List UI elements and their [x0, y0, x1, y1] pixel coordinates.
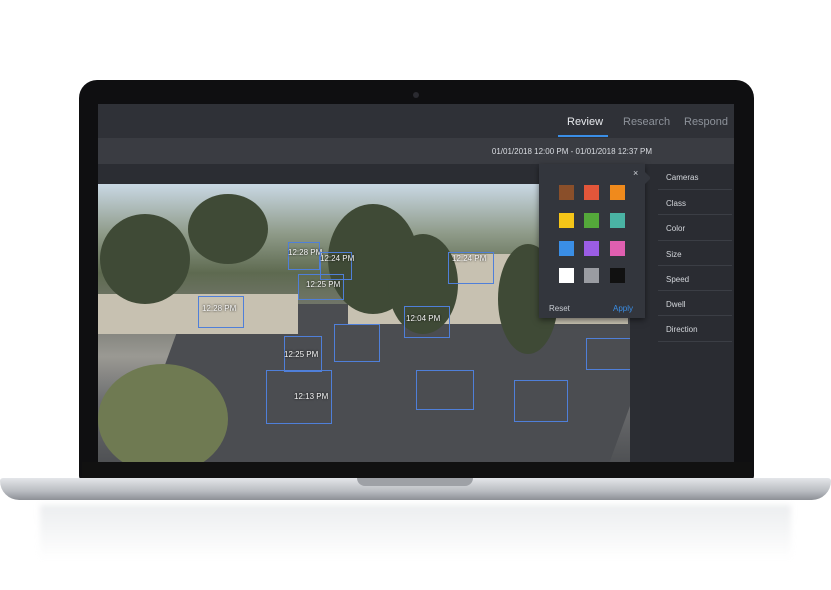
date-range-bar: 01/01/2018 12:00 PM - 01/01/2018 12:37 P… — [98, 138, 734, 164]
tab-research[interactable]: Research — [623, 116, 670, 128]
webcam — [413, 92, 419, 98]
divider — [658, 240, 732, 241]
detection-timestamp: 12:04 PM — [406, 314, 441, 323]
filter-cameras[interactable]: Cameras — [666, 173, 698, 182]
detection-timestamp: 12:25 PM — [306, 280, 341, 289]
close-icon[interactable]: × — [633, 168, 638, 178]
laptop-reflection — [40, 505, 791, 560]
color-swatch-pink[interactable] — [610, 241, 625, 256]
apply-button[interactable]: Apply — [613, 304, 633, 313]
color-swatch-red[interactable] — [584, 185, 599, 200]
filter-dwell[interactable]: Dwell — [666, 300, 686, 309]
color-swatch-brown[interactable] — [559, 185, 574, 200]
filter-class[interactable]: Class — [666, 199, 686, 208]
tree — [100, 214, 190, 304]
detection-timestamp: 12:13 PM — [294, 392, 329, 401]
top-navigation: Review Research Respond — [98, 104, 734, 138]
detection-timestamp: 12:28 PM — [288, 248, 323, 257]
filter-panel: Cameras Class Color Size Speed Dwell Dir… — [650, 164, 734, 462]
divider — [658, 265, 732, 266]
detection-box[interactable] — [586, 338, 630, 370]
detection-timestamp: 12:28 PM — [202, 304, 237, 313]
color-picker-popover: × Reset Apply — [539, 164, 645, 318]
divider — [658, 189, 732, 190]
detection-box[interactable] — [514, 380, 568, 422]
filter-size[interactable]: Size — [666, 250, 682, 259]
active-tab-indicator — [558, 135, 608, 137]
color-swatch-white[interactable] — [559, 268, 574, 283]
detection-box[interactable] — [334, 324, 380, 362]
tab-respond[interactable]: Respond — [684, 116, 728, 128]
divider — [658, 290, 732, 291]
reset-button[interactable]: Reset — [549, 304, 570, 313]
filter-speed[interactable]: Speed — [666, 275, 689, 284]
detection-box[interactable] — [416, 370, 474, 410]
filter-direction[interactable]: Direction — [666, 325, 698, 334]
detection-timestamp: 12:24 PM — [452, 254, 487, 263]
filter-color[interactable]: Color — [666, 224, 685, 233]
color-swatch-gray[interactable] — [584, 268, 599, 283]
color-swatch-blue[interactable] — [559, 241, 574, 256]
divider — [658, 214, 732, 215]
date-range[interactable]: 01/01/2018 12:00 PM - 01/01/2018 12:37 P… — [492, 147, 652, 156]
color-swatch-teal[interactable] — [610, 213, 625, 228]
color-swatch-green[interactable] — [584, 213, 599, 228]
color-swatch-black[interactable] — [610, 268, 625, 283]
color-swatch-orange[interactable] — [610, 185, 625, 200]
color-swatch-yellow[interactable] — [559, 213, 574, 228]
detection-timestamp: 12:24 PM — [320, 254, 355, 263]
laptop-chin — [82, 462, 752, 478]
tree — [188, 194, 268, 264]
laptop-notch — [357, 478, 473, 486]
divider — [658, 315, 732, 316]
color-swatch-purple[interactable] — [584, 241, 599, 256]
divider — [658, 341, 732, 342]
app-screen: Review Research Respond 01/01/2018 12:00… — [98, 104, 734, 462]
tab-review[interactable]: Review — [567, 116, 603, 128]
detection-timestamp: 12:25 PM — [284, 350, 319, 359]
